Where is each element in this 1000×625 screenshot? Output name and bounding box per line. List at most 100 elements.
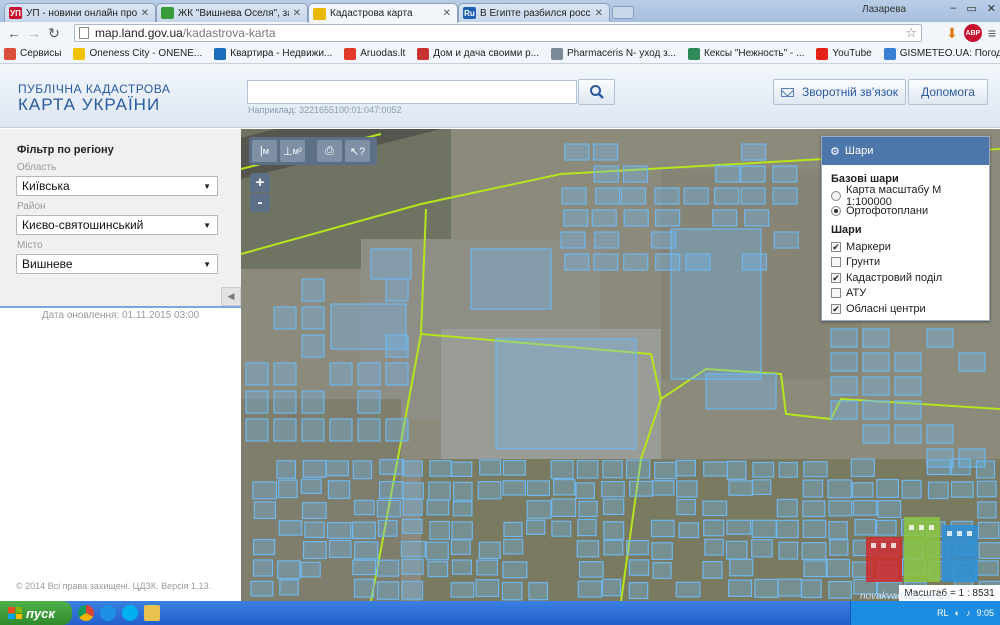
cadastral-parcel[interactable] (357, 418, 381, 442)
cadastral-parcel[interactable] (862, 400, 890, 420)
cadastral-parcel[interactable] (977, 521, 1000, 539)
cadastral-parcel[interactable] (526, 519, 546, 535)
cadastral-parcel[interactable] (577, 518, 597, 537)
start-button[interactable]: пуск (0, 601, 72, 625)
cadastral-parcel[interactable] (277, 479, 298, 499)
cadastral-parcel[interactable] (379, 458, 405, 475)
close-tab-icon[interactable]: ✕ (293, 8, 301, 19)
cadastral-parcel[interactable] (526, 480, 551, 497)
bookmark-pharmaceris[interactable]: Pharmaceris N- уход з... (550, 47, 676, 60)
cadastral-parcel[interactable] (744, 209, 770, 227)
cadastral-parcel[interactable] (862, 424, 890, 444)
adblock-icon[interactable]: ABP (963, 24, 982, 42)
cadastral-parcel[interactable] (741, 253, 767, 271)
cadastral-parcel[interactable] (353, 499, 375, 516)
cadastral-parcel[interactable] (675, 459, 696, 477)
cadastral-parcel[interactable] (654, 187, 680, 205)
cadastral-parcel[interactable] (876, 478, 899, 498)
cadastral-parcel[interactable] (563, 209, 589, 227)
cadastral-parcel[interactable] (550, 460, 574, 480)
cadastral-parcel[interactable] (502, 561, 528, 579)
cadastral-parcel[interactable] (273, 306, 297, 330)
cadastral-parcel[interactable] (894, 376, 922, 396)
bookmark-oneness[interactable]: Oneness City - ONENE... (73, 47, 202, 60)
bookmark-gismeteo[interactable]: GISMETEO.UA: Погод... (883, 47, 1000, 60)
cadastral-parcel[interactable] (245, 390, 269, 414)
cadastral-parcel[interactable] (326, 522, 352, 539)
feedback-button[interactable]: Зворотній зв'язок (773, 79, 906, 105)
cadastral-parcel[interactable] (654, 209, 681, 227)
cadastral-parcel[interactable] (450, 582, 475, 598)
oblast-select[interactable]: Київська ▼ (16, 176, 218, 196)
cadastral-parcel[interactable] (650, 519, 675, 538)
cadastral-parcel[interactable] (560, 231, 586, 249)
cadastral-parcel[interactable] (594, 231, 620, 249)
cadastral-parcel[interactable] (830, 352, 858, 372)
search-button[interactable] (578, 79, 615, 105)
cadastral-parcel[interactable] (850, 458, 875, 478)
tab-egypt-news[interactable]: Ru В Египте разбился российс ✕ (458, 3, 610, 22)
cadastral-parcel[interactable] (357, 390, 381, 414)
cadastral-parcel[interactable] (425, 541, 449, 561)
cadastral-parcel[interactable] (628, 559, 650, 576)
cadastral-parcel[interactable] (670, 228, 762, 380)
cadastral-parcel[interactable] (751, 519, 777, 538)
layer-atu[interactable]: АТУ (831, 286, 989, 302)
folder-icon[interactable] (144, 605, 160, 621)
cadastral-parcel[interactable] (352, 460, 373, 480)
cadastral-parcel[interactable] (302, 460, 327, 478)
cadastral-parcel[interactable] (830, 328, 858, 348)
cadastral-parcel[interactable] (593, 253, 619, 271)
cadastral-parcel[interactable] (958, 352, 986, 372)
cadastral-parcel[interactable] (576, 540, 600, 558)
cadastral-parcel[interactable] (551, 520, 572, 537)
cadastral-parcel[interactable] (704, 538, 724, 556)
cadastral-parcel[interactable] (376, 499, 401, 518)
cadastral-parcel[interactable] (451, 559, 472, 575)
cadastral-parcel[interactable] (726, 519, 752, 535)
cadastral-parcel[interactable] (273, 418, 297, 442)
bookmark-keksy[interactable]: Кексы "Нежность" - ... (687, 47, 804, 60)
collapse-sidebar-button[interactable]: ◀ (221, 287, 241, 306)
cadastral-parcel[interactable] (370, 248, 412, 280)
cadastral-parcel[interactable] (252, 481, 277, 500)
cadastral-parcel[interactable] (651, 542, 673, 561)
ie-icon[interactable] (100, 605, 116, 621)
cadastral-parcel[interactable] (450, 539, 471, 555)
download-icon[interactable]: ⬇ (946, 25, 958, 42)
checkbox[interactable] (831, 257, 841, 268)
cadastral-parcel[interactable] (802, 479, 824, 498)
close-tab-icon[interactable]: ✕ (443, 8, 451, 19)
cadastral-parcel[interactable] (926, 328, 954, 348)
cadastral-parcel[interactable] (329, 362, 353, 386)
reload-icon[interactable]: ↻ (44, 23, 64, 43)
cadastral-parcel[interactable] (603, 539, 624, 556)
radio-button-selected[interactable] (831, 206, 841, 217)
cadastral-parcel[interactable] (576, 460, 599, 479)
cadastral-parcel[interactable] (561, 187, 587, 205)
cadastral-parcel[interactable] (830, 376, 858, 396)
cadastral-parcel[interactable] (476, 559, 499, 576)
cadastral-parcel[interactable] (551, 498, 577, 518)
cadastral-parcel[interactable] (300, 561, 321, 578)
cadastral-parcel[interactable] (591, 209, 617, 227)
cadastral-parcel[interactable] (273, 390, 297, 414)
cadastral-parcel[interactable] (726, 460, 747, 480)
cadastral-parcel[interactable] (802, 519, 827, 539)
tab-vyshneva-oselya[interactable]: ЖК "Вишнева Оселя", заст ✕ (156, 3, 308, 22)
cadastral-parcel[interactable] (353, 578, 375, 598)
cadastral-parcel[interactable] (452, 501, 473, 517)
volume-icon[interactable]: ♪ (966, 608, 971, 618)
cadastral-parcel[interactable] (625, 459, 651, 479)
cadastral-parcel[interactable] (478, 541, 501, 559)
cadastral-parcel[interactable] (778, 541, 799, 560)
cadastral-parcel[interactable] (894, 352, 922, 372)
cadastral-parcel[interactable] (378, 481, 404, 499)
cadastral-parcel[interactable] (526, 500, 552, 519)
cadastral-parcel[interactable] (578, 561, 604, 578)
cadastral-parcel[interactable] (301, 278, 325, 302)
cadastral-parcel[interactable] (678, 522, 700, 539)
close-tab-icon[interactable]: ✕ (141, 8, 149, 19)
cadastral-parcel[interactable] (502, 480, 526, 496)
skype-icon[interactable] (122, 605, 138, 621)
